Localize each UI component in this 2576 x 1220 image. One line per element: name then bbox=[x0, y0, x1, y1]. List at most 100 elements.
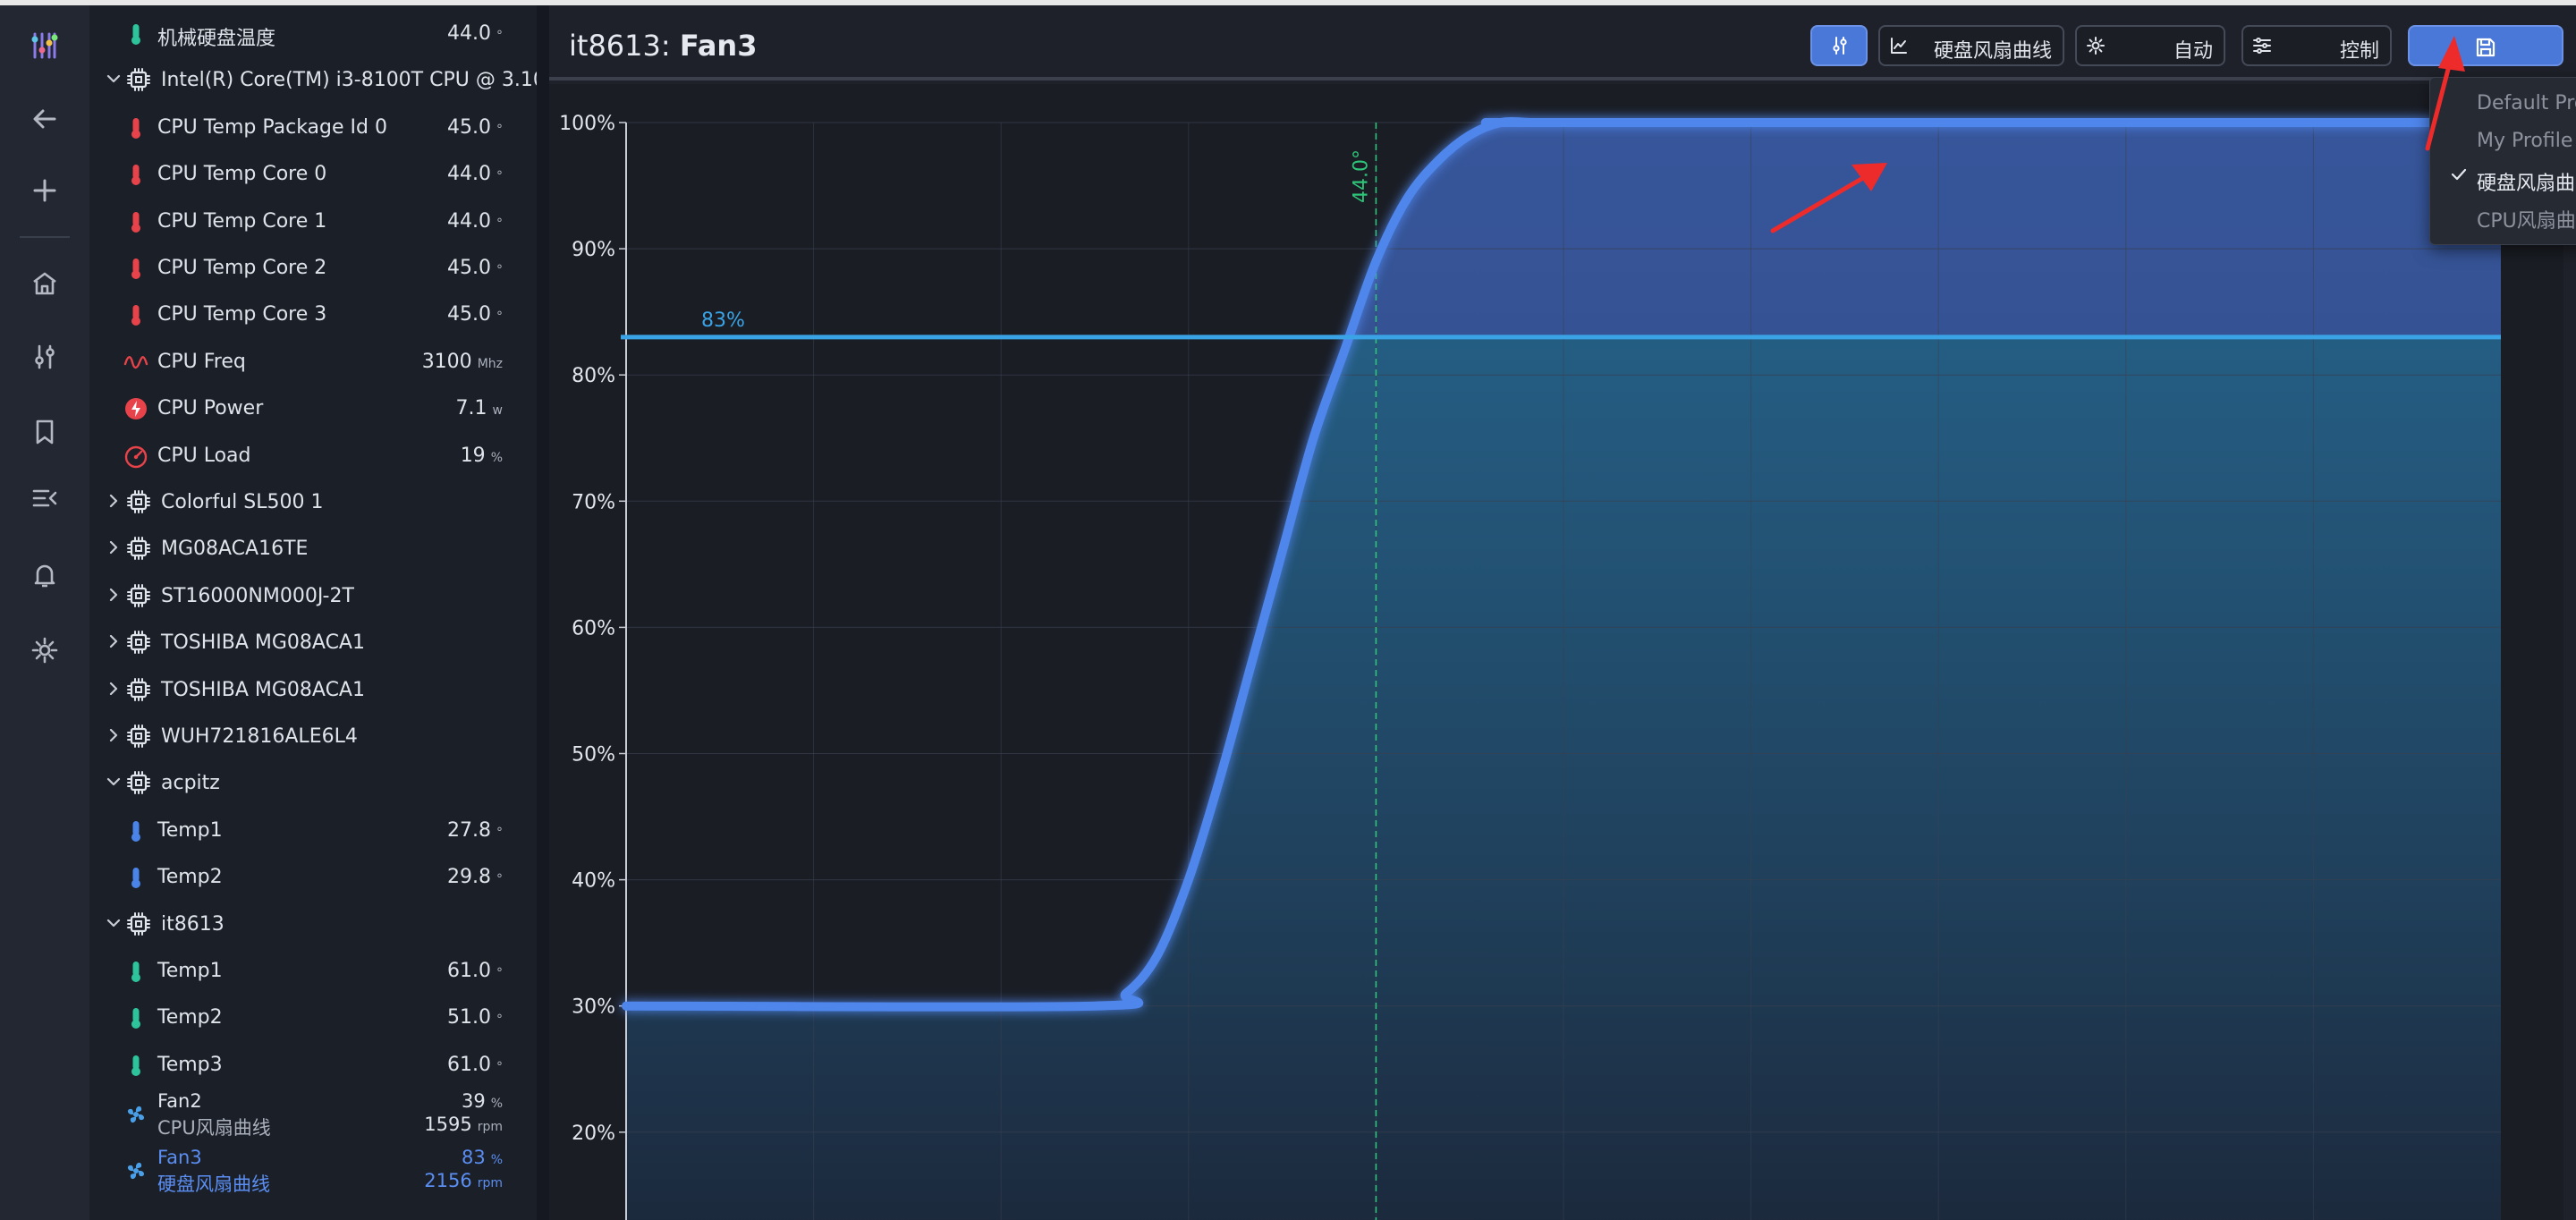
sensor-label: Temp2 bbox=[157, 866, 223, 889]
profile-menu-item-cpu-curve[interactable]: CPU风扇曲线 bbox=[2477, 205, 2576, 233]
chip-icon bbox=[127, 677, 150, 701]
thermometer-green-icon bbox=[131, 1008, 140, 1029]
tree-group-wuh721816ale6l4[interactable]: WUH721816ALE6L4 bbox=[89, 714, 537, 760]
thermometer-red-icon bbox=[131, 258, 140, 279]
tree-group-mg08aca16te[interactable]: MG08ACA16TE bbox=[89, 526, 537, 572]
control-button-label: 控制 bbox=[2339, 40, 2379, 63]
rail-divider bbox=[20, 236, 70, 238]
thermometer-blue-icon bbox=[131, 868, 140, 889]
sensor-label: Temp3 bbox=[157, 1053, 223, 1076]
sensor-row-cpu-load[interactable]: CPU Load 19% bbox=[89, 433, 537, 479]
gear-icon[interactable] bbox=[22, 628, 67, 673]
curve-edit-button[interactable] bbox=[1810, 25, 1868, 66]
sensor-value: 44.0 ° bbox=[447, 163, 503, 185]
plus-icon[interactable] bbox=[22, 168, 67, 213]
sensor-value-number: 51.0 bbox=[447, 1006, 491, 1029]
profile-menu-item-default[interactable]: Default Profile bbox=[2477, 92, 2576, 114]
sensor-row-cpu-temp-core-0[interactable]: CPU Temp Core 0 44.0 ° bbox=[89, 151, 537, 198]
tune-icon[interactable] bbox=[22, 335, 67, 379]
fan-curve-chart[interactable]: 100% 90% 80% 70% 60% 50% 40% 30% 20% 44.0° 83% bbox=[549, 84, 2563, 1220]
sensor-value: 61.0 ° bbox=[447, 1054, 503, 1076]
fan-rpm-unit: rpm bbox=[477, 1176, 503, 1191]
tree-group-acpitz[interactable]: acpitz bbox=[89, 760, 537, 807]
fan-percent-value: 39 bbox=[461, 1090, 486, 1113]
sensor-value-number: 45.0 bbox=[447, 257, 491, 279]
sensor-row-cpu-temp-core-1[interactable]: CPU Temp Core 1 44.0 ° bbox=[89, 199, 537, 245]
sensor-label: CPU Temp Core 2 bbox=[157, 257, 327, 279]
sensor-row-cpu-temp-package-id-0[interactable]: CPU Temp Package Id 0 45.0 ° bbox=[89, 105, 537, 151]
line-chart-icon bbox=[1891, 38, 1907, 54]
chip-icon bbox=[127, 490, 150, 513]
sensor-label: CPU Freq bbox=[157, 350, 246, 373]
sensor-row-temp1[interactable]: Temp1 27.8 ° bbox=[89, 808, 537, 854]
profile-menu-item-my-profile[interactable]: My Profile bbox=[2477, 130, 2572, 152]
sensor-row-temp1[interactable]: Temp1 61.0 ° bbox=[89, 948, 537, 995]
sensor-value: 3100 Mhz bbox=[422, 351, 503, 373]
sensor-value-number: 44.0 bbox=[447, 163, 491, 186]
chip-icon bbox=[127, 537, 150, 561]
app-logo-icon[interactable] bbox=[22, 23, 67, 68]
tree-group-intel-r-core-tm-i3-8100t-cpu-3-10ghz[interactable]: Intel(R) Core(TM) i3-8100T CPU @ 3.10GHz bbox=[89, 57, 537, 104]
thermometer-red-icon bbox=[131, 305, 140, 326]
sensor-label: CPU Load bbox=[157, 444, 251, 467]
sensor-unit: ° bbox=[496, 169, 503, 184]
chevron-right-icon bbox=[109, 494, 118, 508]
chip-icon bbox=[127, 911, 150, 936]
home-icon[interactable] bbox=[22, 261, 67, 306]
y-tick-label: 100% bbox=[559, 113, 615, 135]
tree-group-toshiba-mg08aca1[interactable]: TOSHIBA MG08ACA1 bbox=[89, 620, 537, 666]
device-name: it8613: bbox=[569, 29, 671, 63]
tree-group-colorful-sl500-1[interactable]: Colorful SL500 1 bbox=[89, 479, 537, 526]
profile-dropdown-label: 硬盘风扇曲线 bbox=[1933, 40, 2052, 63]
control-button[interactable]: 控制 bbox=[2241, 25, 2392, 66]
bookmark-icon[interactable] bbox=[22, 410, 67, 454]
y-tick-label: 20% bbox=[572, 1123, 615, 1145]
wave-icon bbox=[123, 355, 148, 369]
sensor-row-temp3[interactable]: Temp3 61.0 ° bbox=[89, 1042, 537, 1089]
tree-group-st16000nm000j-2t[interactable]: ST16000NM000J-2T bbox=[89, 573, 537, 620]
fan-rpm: 1595 rpm bbox=[424, 1114, 503, 1135]
fan-rpm: 2156 rpm bbox=[424, 1170, 503, 1191]
back-arrow-icon[interactable] bbox=[22, 97, 67, 141]
sensor-row-cpu-freq[interactable]: CPU Freq 3100 Mhz bbox=[89, 339, 537, 385]
sensor-label: CPU Temp Core 0 bbox=[157, 163, 327, 186]
fan-percent-unit: % bbox=[490, 1153, 503, 1168]
chip-icon bbox=[127, 68, 150, 92]
sensor-unit: ° bbox=[496, 825, 503, 840]
y-tick-label: 50% bbox=[572, 744, 615, 767]
sensor-row-cpu-temp-core-2[interactable]: CPU Temp Core 2 45.0 ° bbox=[89, 245, 537, 292]
sliders-icon bbox=[2253, 38, 2271, 54]
chip-icon bbox=[127, 724, 150, 748]
y-tick-label: 40% bbox=[572, 870, 615, 893]
chevron-right-icon bbox=[109, 682, 118, 695]
auto-button-label: 自动 bbox=[2173, 40, 2213, 63]
sensor-row-sensor[interactable]: 机械硬盘温度 44.0 ° bbox=[89, 11, 537, 57]
fan-row-fan2[interactable]: Fan2 CPU风扇曲线 39% 1595 rpm bbox=[89, 1089, 537, 1140]
sensor-row-temp2[interactable]: Temp2 51.0 ° bbox=[89, 995, 537, 1041]
sensor-row-cpu-temp-core-3[interactable]: CPU Temp Core 3 45.0 ° bbox=[89, 292, 537, 338]
fan-percent-unit: % bbox=[490, 1097, 503, 1112]
fan-percent-value: 83 bbox=[461, 1147, 486, 1169]
profile-menu-item-hdd-curve[interactable]: 硬盘风扇曲线 bbox=[2477, 167, 2576, 196]
list-collapse-icon[interactable] bbox=[22, 476, 67, 521]
sensor-unit: ° bbox=[496, 122, 503, 137]
save-button[interactable] bbox=[2408, 25, 2563, 66]
sensor-label: 机械硬盘温度 bbox=[157, 28, 276, 50]
tree-group-toshiba-mg08aca1[interactable]: TOSHIBA MG08ACA1 bbox=[89, 667, 537, 714]
tree-group-it8613[interactable]: it8613 bbox=[89, 902, 537, 948]
sensor-unit: w bbox=[492, 403, 503, 419]
profile-dropdown-button[interactable]: 硬盘风扇曲线 bbox=[1878, 25, 2064, 66]
sensor-row-cpu-power[interactable]: CPU Power 7.1 w bbox=[89, 385, 537, 432]
sensor-row-temp2[interactable]: Temp2 29.8 ° bbox=[89, 854, 537, 901]
y-tick-label: 80% bbox=[572, 365, 615, 387]
fan-curve-svg[interactable]: 100% 90% 80% 70% 60% 50% 40% 30% 20% 44.0° 83% bbox=[549, 84, 2563, 1220]
fan-row-fan3[interactable]: Fan3 硬盘风扇曲线 83% 2156 rpm bbox=[89, 1145, 537, 1197]
sensor-value: 44.0 ° bbox=[447, 22, 503, 45]
bell-icon[interactable] bbox=[22, 553, 67, 597]
icon-rail bbox=[0, 5, 89, 1220]
auto-button[interactable]: 自动 bbox=[2075, 25, 2225, 66]
thermometer-green-icon bbox=[131, 24, 140, 45]
current-percent-label: 83% bbox=[701, 309, 745, 332]
tree-group-label: Intel(R) Core(TM) i3-8100T CPU @ 3.10GHz bbox=[161, 69, 537, 92]
fan-name: Fan3 bbox=[679, 29, 758, 63]
